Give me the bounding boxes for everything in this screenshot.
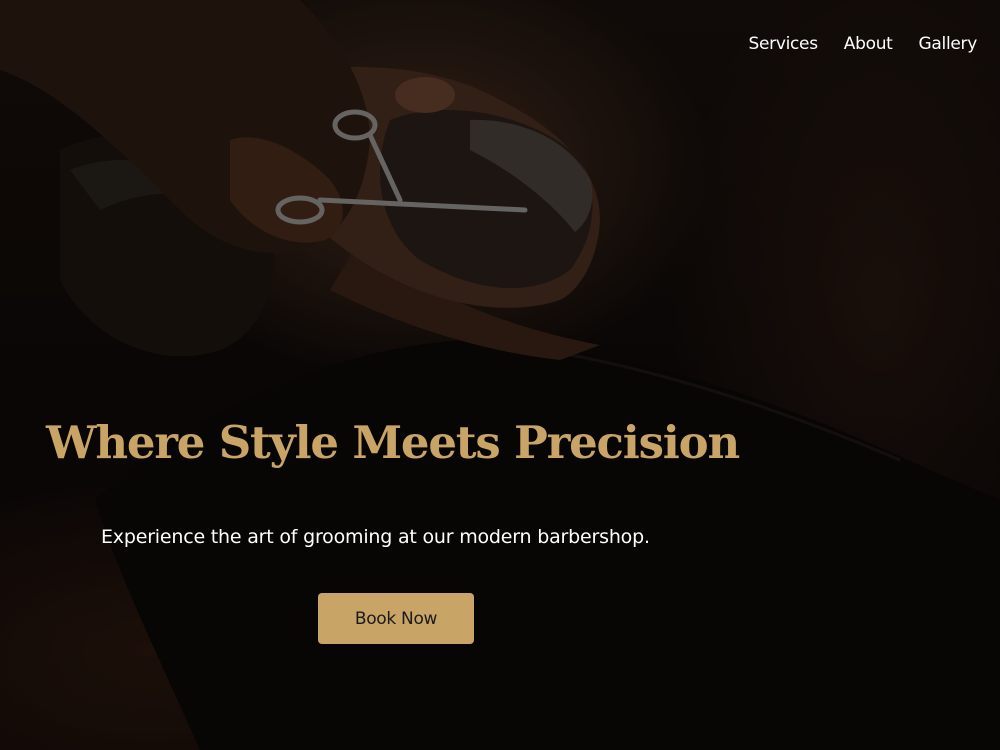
book-now-button[interactable]: Book Now	[318, 593, 474, 644]
nav-item-gallery[interactable]: Gallery	[919, 34, 978, 54]
main-nav: Services About Gallery	[748, 34, 977, 54]
hero-background-image	[0, 0, 1000, 750]
hero-subtitle: Experience the art of grooming at our mo…	[101, 526, 650, 548]
nav-item-about[interactable]: About	[844, 34, 893, 54]
hero-section: Services About Gallery Where Style Meets…	[0, 0, 1000, 750]
nav-item-services[interactable]: Services	[748, 34, 818, 54]
hero-headline: Where Style Meets Precision	[46, 416, 740, 469]
